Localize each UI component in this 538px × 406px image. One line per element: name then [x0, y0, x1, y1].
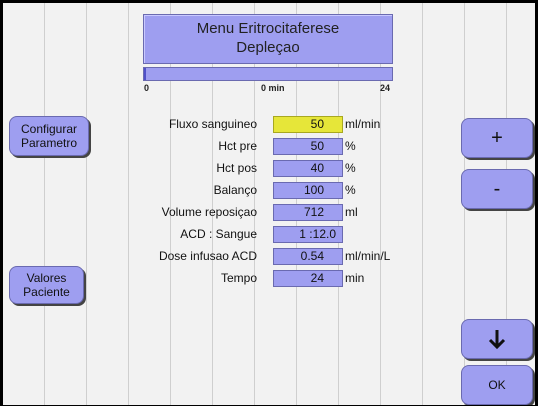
progress-scale-end: 24	[380, 83, 391, 93]
arrow-down-icon	[488, 328, 506, 350]
configure-button-line2: Parametro	[20, 136, 78, 150]
param-row-acd-infusion-dose: Dose infusao ACD 0.54 ml/min/L	[103, 248, 403, 266]
progress-scale-start: 0	[144, 83, 150, 93]
patient-button-line1: Valores	[26, 271, 67, 285]
ok-label: OK	[488, 378, 506, 392]
progress-fill	[144, 68, 146, 80]
menu-title: Menu Eritrocitaferese Depleçao	[143, 14, 393, 64]
param-row-acd-blood-ratio: ACD : Sangue 1 :12.0	[103, 226, 403, 244]
param-row-blood-flow: Fluxo sanguineo 50 ml/min	[103, 116, 403, 134]
configure-parameter-button[interactable]: Configurar Parametro	[9, 116, 89, 156]
param-unit: %	[345, 161, 356, 175]
scroll-down-button[interactable]	[461, 319, 533, 359]
param-unit: ml	[345, 205, 358, 219]
ok-button[interactable]: OK	[461, 365, 533, 405]
param-value-field[interactable]: 50	[273, 138, 343, 155]
procedure-progress-bar	[143, 67, 393, 81]
progress-scale-mid: 0 min	[261, 83, 285, 93]
device-screen: Menu Eritrocitaferese Depleçao 0 0 min 2…	[3, 3, 535, 405]
param-row-replacement-volume: Volume reposiçao 712 ml	[103, 204, 403, 222]
param-unit: ml/min	[345, 117, 381, 131]
menu-title-line1: Menu Eritrocitaferese	[196, 20, 340, 37]
param-label: Tempo	[220, 271, 257, 285]
param-value-field[interactable]: 40	[273, 160, 343, 177]
decrease-button[interactable]: -	[461, 169, 533, 209]
param-row-hct-pos: Hct pos 40 %	[103, 160, 403, 178]
param-label: Hct pre	[218, 139, 257, 153]
param-label: Volume reposiçao	[161, 205, 257, 219]
patient-values-button[interactable]: Valores Paciente	[9, 266, 84, 304]
param-value-field[interactable]: 712	[273, 204, 343, 221]
plus-label: +	[491, 126, 503, 149]
minus-label: -	[493, 177, 501, 200]
param-unit: min	[345, 271, 365, 285]
param-label: ACD : Sangue	[180, 227, 257, 241]
param-label: Balanço	[213, 183, 257, 197]
param-row-hct-pre: Hct pre 50 %	[103, 138, 403, 156]
param-row-time: Tempo 24 min	[103, 270, 403, 288]
param-label: Fluxo sanguineo	[168, 117, 257, 131]
param-value-field[interactable]: 1 :12.0	[273, 226, 343, 243]
param-value-field[interactable]: 100	[273, 182, 343, 199]
configure-button-line1: Configurar	[20, 122, 78, 136]
param-unit: %	[345, 139, 356, 153]
menu-title-line2: Depleçao	[236, 39, 300, 56]
patient-button-line2: Paciente	[23, 285, 70, 299]
param-value-field[interactable]: 0.54	[273, 248, 343, 265]
increase-button[interactable]: +	[461, 118, 533, 158]
param-label: Dose infusao ACD	[158, 249, 257, 263]
param-value-field[interactable]: 24	[273, 270, 343, 287]
param-unit: ml/min/L	[345, 249, 391, 263]
param-unit: %	[345, 183, 356, 197]
param-value-field[interactable]: 50	[273, 116, 343, 133]
param-row-balance: Balanço 100 %	[103, 182, 403, 200]
param-label: Hct pos	[216, 161, 257, 175]
